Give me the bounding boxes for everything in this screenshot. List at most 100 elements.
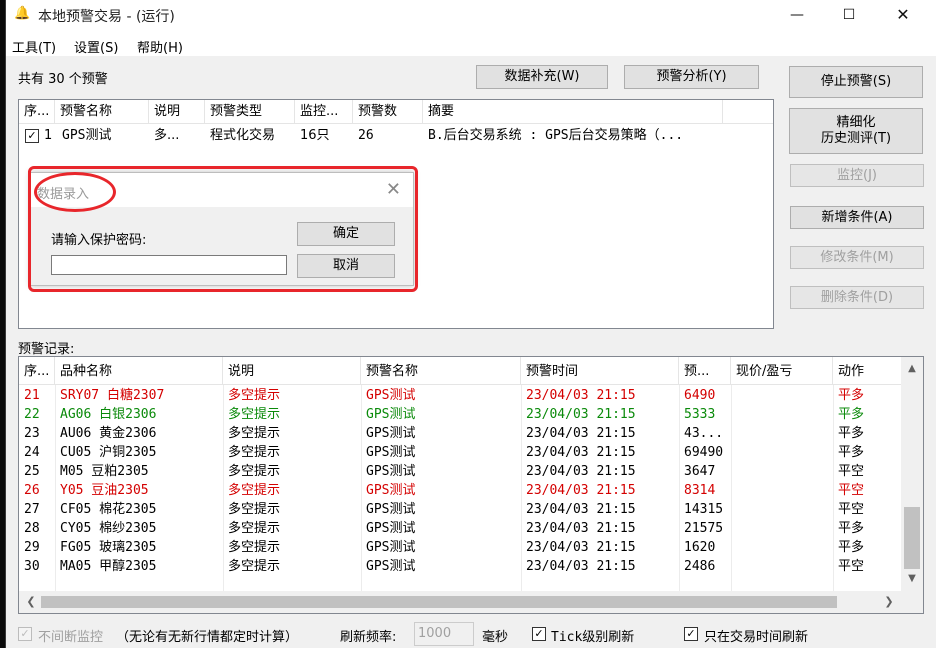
record-row[interactable]: 29 FG05 玻璃2305 多空提示 GPS测试 23/04/03 21:15 1620… (19, 538, 901, 557)
password-input[interactable] (51, 255, 287, 275)
stop-alert-button[interactable]: 停止预警(S) (789, 66, 923, 98)
edit-condition-button[interactable]: 修改条件(M) (790, 246, 924, 269)
record-row[interactable]: 23 AU06 黄金2306 多空提示 GPS测试 23/04/03 21:15 43..… (19, 424, 901, 443)
record-seq: 30 (24, 559, 40, 574)
record-time: 23/04/03 21:15 (526, 559, 636, 574)
record-alert-name: GPS测试 (366, 483, 416, 498)
record-pnl (731, 519, 833, 538)
record-desc: 多空提示 (228, 483, 281, 498)
record-desc: 多空提示 (228, 445, 281, 460)
column-header-summary[interactable]: 摘要 (423, 100, 723, 124)
delete-condition-button[interactable]: 删除条件(D) (790, 286, 924, 309)
record-alert-name: GPS测试 (366, 445, 416, 460)
menu-settings[interactable]: 设置(S) (74, 37, 118, 56)
vertical-scrollbar[interactable]: ▲ ▼ (901, 357, 923, 591)
scroll-down-icon[interactable]: ▼ (901, 569, 923, 589)
menu-tools[interactable]: 工具(T) (12, 37, 56, 56)
close-button[interactable]: ✕ (880, 0, 926, 30)
record-pnl (731, 443, 833, 462)
column-header-name[interactable]: 预警名称 (55, 100, 149, 124)
record-product: CY05 棉纱2305 (60, 521, 157, 536)
maximize-button[interactable]: ☐ (826, 0, 872, 30)
records-label: 预警记录: (18, 342, 75, 357)
add-condition-button[interactable]: 新增条件(A) (790, 206, 924, 229)
alert-records-list[interactable]: 序... 品种名称 说明 预警名称 预警时间 预... 现价/盈亏 动作 21 S… (18, 356, 924, 614)
record-time: 23/04/03 21:15 (526, 521, 636, 536)
refresh-interval-input[interactable]: 1000 (414, 622, 474, 646)
record-action: 平多 (838, 445, 865, 460)
alert-analysis-button[interactable]: 预警分析(Y) (624, 65, 759, 89)
record-row[interactable]: 30 MA05 甲醇2305 多空提示 GPS测试 23/04/03 21:15 2486… (19, 557, 901, 576)
record-row[interactable]: 24 CU05 沪铜2305 多空提示 GPS测试 23/04/03 21:15 6949… (19, 443, 901, 462)
column-header-desc[interactable]: 说明 (149, 100, 205, 124)
column-header-seq[interactable]: 序... (19, 100, 55, 124)
rec-col-seq[interactable]: 序... (19, 357, 55, 385)
records-header: 序... 品种名称 说明 预警名称 预警时间 预... 现价/盈亏 动作 (19, 357, 901, 385)
record-row[interactable]: 25 M05 豆粕2305 多空提示 GPS测试 23/04/03 21:15 3647 平… (19, 462, 901, 481)
menu-help[interactable]: 帮助(H) (137, 37, 183, 56)
scroll-right-icon[interactable]: ❯ (879, 591, 899, 613)
record-time: 23/04/03 21:15 (526, 388, 636, 403)
record-row[interactable]: 22 AG06 白银2306 多空提示 GPS测试 23/04/03 21:15 5333… (19, 405, 901, 424)
rec-col-alert[interactable]: 预警名称 (361, 357, 521, 385)
record-seq: 24 (24, 445, 40, 460)
trading-hours-checkbox[interactable]: ✓ (684, 627, 698, 641)
record-row[interactable]: 27 CF05 棉花2305 多空提示 GPS测试 23/04/03 21:15 1431… (19, 500, 901, 519)
record-desc: 多空提示 (228, 388, 281, 403)
record-alert-name: GPS测试 (366, 559, 416, 574)
rec-col-price[interactable]: 预... (679, 357, 731, 385)
record-price: 6490 (684, 388, 716, 403)
scroll-up-icon[interactable]: ▲ (901, 359, 923, 379)
rec-col-time[interactable]: 预警时间 (521, 357, 679, 385)
horizontal-scroll-thumb[interactable] (41, 596, 837, 608)
dialog-cancel-button[interactable]: 取消 (297, 254, 395, 278)
alert-name: GPS测试 (62, 128, 112, 143)
continuous-monitor-checkbox[interactable]: ✓ (18, 627, 32, 641)
horizontal-scrollbar[interactable]: ❮ ❯ (19, 591, 901, 613)
record-time: 23/04/03 21:15 (526, 483, 636, 498)
record-price: 1620 (684, 540, 716, 555)
alert-monitor: 16只 (300, 128, 330, 143)
column-header-type[interactable]: 预警类型 (205, 100, 295, 124)
record-seq: 23 (24, 426, 40, 441)
record-price: 69490 (684, 445, 724, 460)
record-row[interactable]: 21 SRY07 白糖2307 多空提示 GPS测试 23/04/03 21:15 649… (19, 386, 901, 405)
dialog-close-icon[interactable]: ✕ (386, 179, 401, 200)
record-alert-name: GPS测试 (366, 388, 416, 403)
column-header-count[interactable]: 预警数 (353, 100, 423, 124)
record-desc: 多空提示 (228, 407, 281, 422)
alert-seq: 1 (44, 128, 53, 143)
record-action: 平多 (838, 540, 865, 555)
record-alert-name: GPS测试 (366, 502, 416, 517)
rec-col-desc[interactable]: 说明 (223, 357, 361, 385)
alert-enable-checkbox[interactable]: ✓ (25, 129, 39, 143)
record-alert-name: GPS测试 (366, 407, 416, 422)
monitor-button[interactable]: 监控(J) (790, 164, 924, 187)
dialog-ok-button[interactable]: 确定 (297, 222, 395, 246)
record-action: 平多 (838, 426, 865, 441)
vertical-scroll-thumb[interactable] (904, 507, 920, 569)
alert-row[interactable]: ✓ 1 GPS测试 多... 程式化交易 16只 26 B.后台交易系统 : G… (19, 126, 773, 146)
record-alert-name: GPS测试 (366, 521, 416, 536)
main-window: 🔔 本地预警交易 - (运行) — ☐ ✕ 工具(T) 设置(S) 帮助(H) … (6, 0, 936, 648)
rec-col-pnl[interactable]: 现价/盈亏 (731, 357, 833, 385)
tick-refresh-checkbox[interactable]: ✓ (532, 627, 546, 641)
minimize-button[interactable]: — (774, 0, 820, 30)
rec-col-action[interactable]: 动作 (833, 357, 901, 385)
record-product: CU05 沪铜2305 (60, 445, 157, 460)
record-seq: 21 (24, 388, 40, 403)
record-product: SRY07 白糖2307 (60, 388, 165, 403)
record-action: 平空 (838, 483, 865, 498)
record-seq: 28 (24, 521, 40, 536)
record-row[interactable]: 26 Y05 豆油2305 多空提示 GPS测试 23/04/03 21:15 8314 平… (19, 481, 901, 500)
record-action: 平空 (838, 559, 865, 574)
continuous-monitor-label: 不间断监控 (38, 630, 104, 645)
column-header-monitor[interactable]: 监控... (295, 100, 353, 124)
refine-history-button[interactable]: 精细化 历史测评(T) (789, 108, 923, 154)
record-pnl (731, 481, 833, 500)
record-pnl (731, 557, 833, 576)
scroll-left-icon[interactable]: ❮ (21, 591, 41, 613)
data-supplement-button[interactable]: 数据补充(W) (476, 65, 608, 89)
rec-col-product[interactable]: 品种名称 (55, 357, 223, 385)
record-row[interactable]: 28 CY05 棉纱2305 多空提示 GPS测试 23/04/03 21:15 2157… (19, 519, 901, 538)
